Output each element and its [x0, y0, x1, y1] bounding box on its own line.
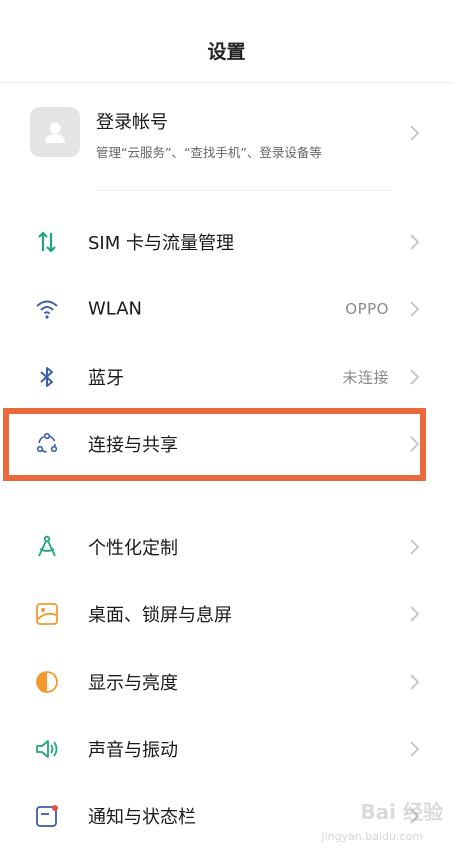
sim-traffic-icon — [34, 229, 60, 255]
chevron-right-icon — [410, 369, 420, 385]
highlight-box — [3, 408, 426, 481]
settings-item-label: 通知与状态栏 — [88, 807, 196, 828]
chevron-right-icon — [410, 674, 420, 690]
notification-icon — [34, 803, 60, 829]
settings-item-label: 蓝牙 — [88, 368, 124, 389]
chevron-right-icon — [410, 539, 420, 555]
account-row[interactable]: 登录帐号 管理“云服务”、“查找手机”、登录设备等 — [0, 100, 453, 166]
chevron-right-icon — [410, 301, 420, 317]
watermark-url: jingyan.baidu.com — [321, 830, 423, 843]
settings-item-sim[interactable]: SIM 卡与流量管理 — [0, 212, 453, 272]
chevron-right-icon — [410, 125, 420, 141]
chevron-right-icon — [410, 606, 420, 622]
settings-item-bluetooth[interactable]: 蓝牙 未连接 — [0, 347, 453, 407]
page-title: 设置 — [0, 18, 453, 83]
sound-icon — [34, 736, 60, 762]
settings-item-wlan[interactable]: WLAN OPPO — [0, 279, 453, 339]
settings-item-display[interactable]: 显示与亮度 — [0, 652, 453, 712]
status-bar — [0, 0, 453, 18]
settings-item-label: 显示与亮度 — [88, 673, 178, 694]
avatar — [30, 107, 80, 157]
settings-item-label: 个性化定制 — [88, 538, 178, 559]
bluetooth-status: 未连接 — [342, 368, 389, 387]
wifi-icon — [34, 296, 60, 322]
settings-item-wallpaper[interactable]: 桌面、锁屏与息屏 — [0, 584, 453, 644]
user-icon — [45, 122, 65, 143]
watermark: Bai 经验 — [360, 800, 443, 824]
wallpaper-icon — [34, 601, 60, 627]
account-title: 登录帐号 — [96, 112, 168, 133]
settings-item-sound[interactable]: 声音与振动 — [0, 719, 453, 779]
settings-item-label: 桌面、锁屏与息屏 — [88, 605, 232, 626]
bluetooth-icon — [34, 364, 60, 390]
settings-item-label: SIM 卡与流量管理 — [88, 233, 234, 254]
settings-item-label: WLAN — [88, 298, 143, 320]
chevron-right-icon — [410, 741, 420, 757]
chevron-right-icon — [410, 234, 420, 250]
divider — [96, 190, 392, 191]
wlan-status: OPPO — [345, 300, 389, 318]
settings-item-label: 声音与振动 — [88, 740, 178, 761]
settings-item-personalization[interactable]: 个性化定制 — [0, 517, 453, 577]
account-subtitle: 管理“云服务”、“查找手机”、登录设备等 — [96, 145, 322, 160]
display-brightness-icon — [34, 669, 60, 695]
personalization-icon — [34, 534, 60, 560]
